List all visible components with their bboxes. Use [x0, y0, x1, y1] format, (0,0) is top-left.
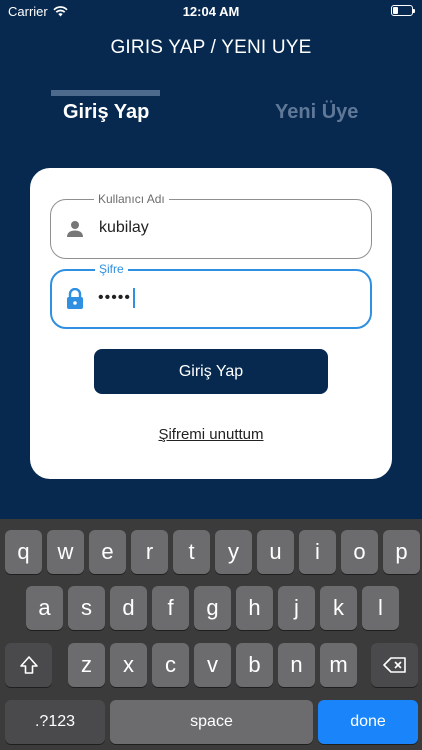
key-r[interactable]: r — [131, 530, 168, 574]
numbers-key[interactable]: .?123 — [5, 700, 105, 744]
shift-key[interactable] — [5, 643, 52, 687]
tab-register[interactable]: Yeni Üye — [275, 101, 358, 124]
key-f[interactable]: f — [152, 586, 189, 630]
key-x[interactable]: x — [110, 643, 147, 687]
key-v[interactable]: v — [194, 643, 231, 687]
key-a[interactable]: a — [26, 586, 63, 630]
status-time: 12:04 AM — [182, 4, 240, 19]
login-button[interactable]: Giriş Yap — [94, 349, 328, 394]
username-value: kubilay — [99, 219, 149, 236]
key-d[interactable]: d — [110, 586, 147, 630]
text-caret — [133, 288, 136, 308]
person-icon — [67, 221, 83, 237]
active-tab-indicator — [51, 90, 160, 96]
key-i[interactable]: i — [299, 530, 336, 574]
username-field[interactable]: Kullanıcı Adı kubilay — [50, 192, 372, 259]
key-b[interactable]: b — [236, 643, 273, 687]
page-title: GIRIS YAP / YENI UYE — [110, 37, 312, 58]
shift-icon — [19, 656, 38, 674]
key-p[interactable]: p — [383, 530, 420, 574]
key-t[interactable]: t — [173, 530, 210, 574]
username-label: Kullanıcı Adı — [94, 192, 169, 206]
key-m[interactable]: m — [320, 643, 357, 687]
key-u[interactable]: u — [257, 530, 294, 574]
tab-login[interactable]: Giriş Yap — [63, 101, 149, 124]
space-key[interactable]: space — [110, 700, 313, 744]
key-o[interactable]: o — [341, 530, 378, 574]
key-g[interactable]: g — [194, 586, 231, 630]
lock-icon — [67, 288, 83, 309]
key-y[interactable]: y — [215, 530, 252, 574]
forgot-password-link[interactable]: Şifremi unuttum — [30, 426, 392, 443]
login-card: Kullanıcı Adı kubilay Şifre ••••• Giriş … — [30, 168, 392, 479]
done-key[interactable]: done — [318, 700, 418, 744]
password-field[interactable]: Şifre ••••• — [50, 262, 372, 329]
backspace-icon — [382, 657, 406, 673]
keyboard: qwertyuiop asdfghjkl zxcvbnm .?123 space… — [0, 519, 422, 750]
key-n[interactable]: n — [278, 643, 315, 687]
key-s[interactable]: s — [68, 586, 105, 630]
key-c[interactable]: c — [152, 643, 189, 687]
key-e[interactable]: e — [89, 530, 126, 574]
battery-icon — [391, 5, 415, 16]
key-h[interactable]: h — [236, 586, 273, 630]
password-value: ••••• — [98, 288, 136, 308]
key-l[interactable]: l — [362, 586, 399, 630]
key-w[interactable]: w — [47, 530, 84, 574]
key-k[interactable]: k — [320, 586, 357, 630]
key-q[interactable]: q — [5, 530, 42, 574]
password-label: Şifre — [95, 262, 128, 276]
key-j[interactable]: j — [278, 586, 315, 630]
status-bar: Carrier 12:04 AM — [0, 0, 422, 22]
backspace-key[interactable] — [371, 643, 418, 687]
battery-level — [393, 7, 398, 14]
key-z[interactable]: z — [68, 643, 105, 687]
